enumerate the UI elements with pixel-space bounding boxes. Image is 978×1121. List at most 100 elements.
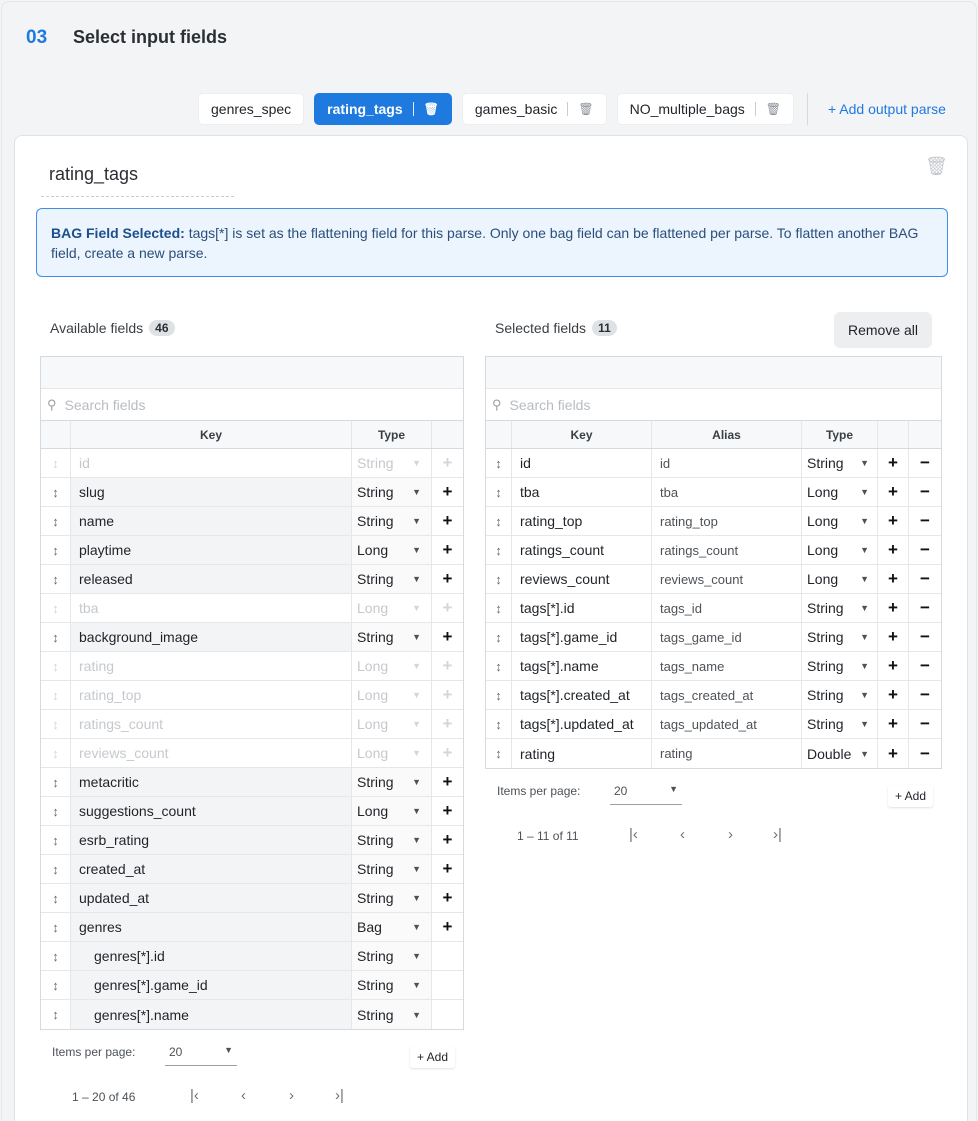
first-page-icon[interactable]: |‹ (629, 826, 638, 843)
drag-handle-icon[interactable]: ↕ (486, 623, 512, 651)
minus-icon[interactable]: − (909, 478, 941, 506)
tab-rating-tags[interactable]: rating_tags 🗑 (314, 93, 452, 125)
plus-icon[interactable]: + (432, 478, 463, 506)
type-select[interactable]: String ▼ (352, 855, 432, 883)
type-select[interactable]: String ▼ (802, 449, 878, 477)
plus-icon[interactable]: + (432, 536, 463, 564)
plus-icon[interactable]: + (878, 681, 909, 709)
plus-icon[interactable]: + (878, 536, 909, 564)
type-select[interactable]: String ▼ (352, 507, 432, 535)
plus-icon[interactable]: + (878, 565, 909, 593)
drag-handle-icon[interactable]: ↕ (486, 652, 512, 680)
plus-icon[interactable]: + (432, 623, 463, 651)
type-select[interactable]: String ▼ (352, 826, 432, 854)
drag-handle-icon[interactable]: ↕ (41, 478, 71, 506)
plus-icon[interactable]: + (432, 884, 463, 912)
delete-parse-icon[interactable]: 🗑 (925, 156, 948, 177)
alias-input[interactable]: tags_id (652, 594, 802, 622)
drag-handle-icon[interactable]: ↕ (41, 565, 71, 593)
plus-icon[interactable]: + (878, 449, 909, 477)
drag-handle-icon[interactable]: ↕ (41, 797, 71, 825)
plus-icon[interactable]: + (878, 507, 909, 535)
type-select[interactable]: Long ▼ (352, 797, 432, 825)
drag-handle-icon[interactable]: ↕ (486, 449, 512, 477)
drag-handle-icon[interactable]: ↕ (41, 768, 71, 796)
tab-no-multiple-bags[interactable]: NO_multiple_bags 🗑 (616, 93, 795, 125)
trash-icon[interactable]: 🗑 (766, 102, 781, 116)
plus-icon[interactable]: + (432, 797, 463, 825)
alias-input[interactable]: tags_game_id (652, 623, 802, 651)
tab-genres-spec[interactable]: genres_spec (198, 93, 305, 125)
next-page-icon[interactable]: › (289, 1087, 294, 1104)
drag-handle-icon[interactable]: ↕ (41, 507, 71, 535)
available-add-button[interactable]: + Add (410, 1046, 456, 1068)
plus-icon[interactable]: + (878, 652, 909, 680)
drag-handle-icon[interactable]: ↕ (41, 884, 71, 912)
parse-name-field[interactable]: rating_tags (49, 164, 138, 185)
type-select[interactable]: Long ▼ (802, 536, 878, 564)
drag-handle-icon[interactable]: ↕ (41, 971, 71, 999)
drag-handle-icon[interactable]: ↕ (41, 826, 71, 854)
plus-icon[interactable]: + (432, 768, 463, 796)
type-col-header[interactable]: Type (352, 421, 432, 448)
drag-handle-icon[interactable]: ↕ (41, 855, 71, 883)
type-select[interactable]: String ▼ (802, 681, 878, 709)
last-page-icon[interactable]: ›| (773, 826, 782, 843)
plus-icon[interactable]: + (878, 739, 909, 768)
type-select[interactable]: Long ▼ (802, 507, 878, 535)
selected-search-input[interactable] (509, 396, 810, 413)
minus-icon[interactable]: − (909, 565, 941, 593)
alias-input[interactable]: reviews_count (652, 565, 802, 593)
drag-handle-icon[interactable]: ↕ (486, 710, 512, 738)
minus-icon[interactable]: − (909, 536, 941, 564)
alias-input[interactable]: id (652, 449, 802, 477)
plus-icon[interactable]: + (432, 565, 463, 593)
drag-handle-icon[interactable]: ↕ (41, 623, 71, 651)
drag-handle-icon[interactable]: ↕ (41, 536, 71, 564)
plus-icon[interactable]: + (432, 507, 463, 535)
drag-handle-icon[interactable]: ↕ (486, 681, 512, 709)
drag-handle-icon[interactable]: ↕ (486, 594, 512, 622)
type-select[interactable]: String ▼ (802, 594, 878, 622)
type-select[interactable]: String ▼ (802, 710, 878, 738)
type-select[interactable]: String ▼ (802, 623, 878, 651)
trash-icon[interactable]: 🗑 (424, 102, 439, 116)
alias-col-header[interactable]: Alias (652, 421, 802, 448)
drag-handle-icon[interactable]: ↕ (486, 478, 512, 506)
type-select[interactable]: Long ▼ (352, 536, 432, 564)
first-page-icon[interactable]: |‹ (190, 1087, 199, 1104)
type-select[interactable]: String ▼ (352, 971, 432, 999)
type-select[interactable]: String ▼ (352, 942, 432, 970)
minus-icon[interactable]: − (909, 594, 941, 622)
type-select[interactable]: Bag ▼ (352, 913, 432, 941)
remove-all-button[interactable]: Remove all (834, 312, 932, 348)
type-col-header[interactable]: Type (802, 421, 878, 448)
selected-ipp-select[interactable]: 20 ▼ (610, 784, 682, 805)
alias-input[interactable]: tags_updated_at (652, 710, 802, 738)
add-output-parse-button[interactable]: + Add output parse (828, 101, 946, 117)
minus-icon[interactable]: − (909, 681, 941, 709)
type-select[interactable]: Double ▼ (802, 739, 878, 768)
plus-icon[interactable]: + (878, 478, 909, 506)
type-select[interactable]: Long ▼ (802, 565, 878, 593)
minus-icon[interactable]: − (909, 652, 941, 680)
drag-handle-icon[interactable]: ↕ (486, 507, 512, 535)
type-select[interactable]: String ▼ (802, 652, 878, 680)
drag-handle-icon[interactable]: ↕ (41, 942, 71, 970)
plus-icon[interactable]: + (878, 623, 909, 651)
type-select[interactable]: String ▼ (352, 1000, 432, 1029)
type-select[interactable]: String ▼ (352, 768, 432, 796)
drag-handle-icon[interactable]: ↕ (486, 739, 512, 768)
alias-input[interactable]: tba (652, 478, 802, 506)
drag-handle-icon[interactable]: ↕ (41, 913, 71, 941)
alias-input[interactable]: ratings_count (652, 536, 802, 564)
alias-input[interactable]: rating_top (652, 507, 802, 535)
prev-page-icon[interactable]: ‹ (680, 826, 685, 843)
key-col-header[interactable]: Key (512, 421, 652, 448)
minus-icon[interactable]: − (909, 449, 941, 477)
minus-icon[interactable]: − (909, 507, 941, 535)
next-page-icon[interactable]: › (728, 826, 733, 843)
last-page-icon[interactable]: ›| (335, 1087, 344, 1104)
key-col-header[interactable]: Key (71, 421, 352, 448)
selected-add-button[interactable]: + Add (888, 785, 934, 807)
